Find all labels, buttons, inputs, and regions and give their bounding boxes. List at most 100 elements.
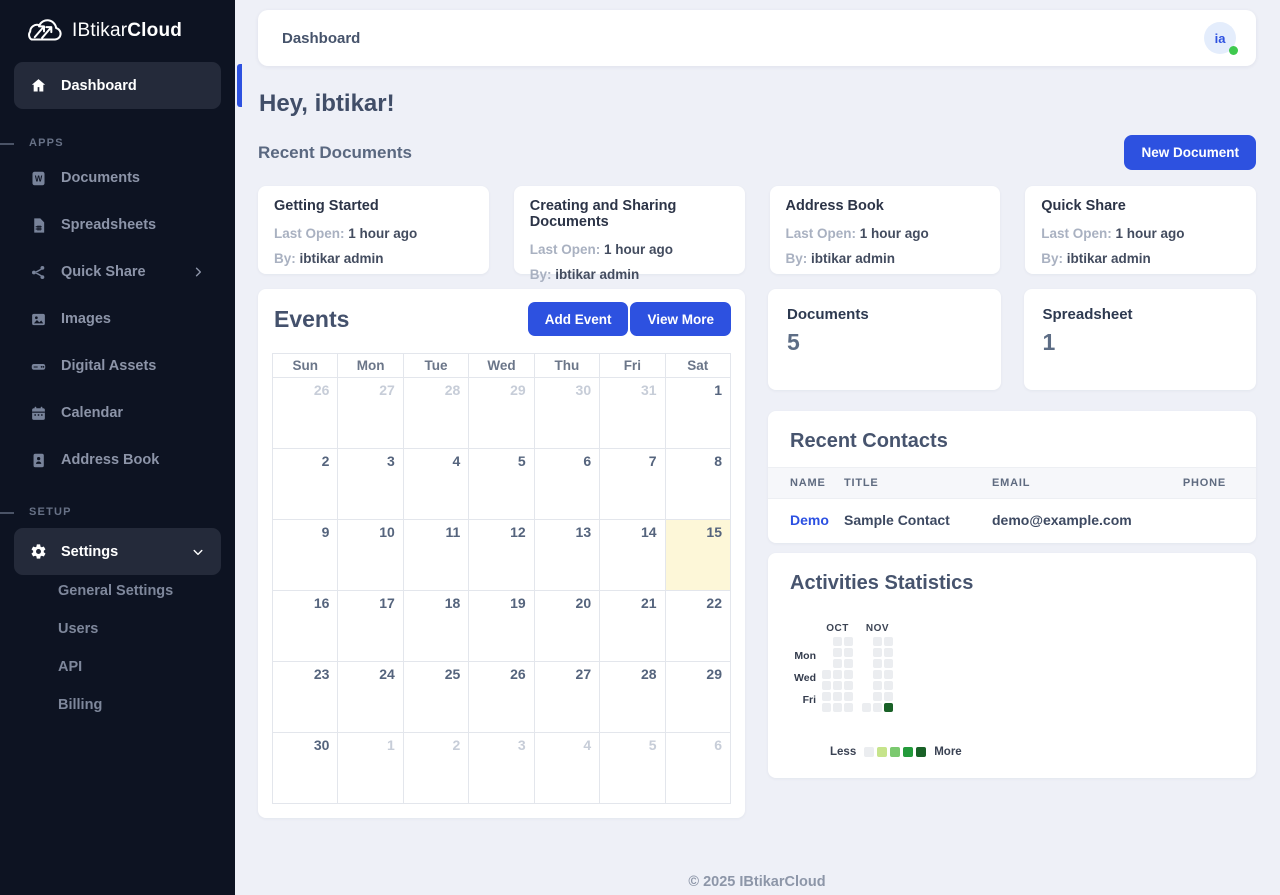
calendar-day-cell[interactable]: 29	[469, 378, 534, 449]
calendar-day-cell[interactable]: 6	[534, 449, 599, 520]
calendar-day-cell[interactable]: 1	[338, 733, 403, 804]
calendar-day-cell[interactable]: 15	[665, 520, 730, 591]
main-content: Dashboard ia Hey, ibtikar! Recent Docume…	[235, 0, 1280, 895]
calendar-day-cell[interactable]: 5	[469, 449, 534, 520]
heatmap-cell	[833, 703, 842, 712]
sidebar-item-settings[interactable]: Settings	[14, 528, 221, 575]
legend-more-label: More	[934, 746, 961, 758]
heatmap-cell	[884, 703, 893, 712]
calendar-day-cell[interactable]: 28	[600, 662, 665, 733]
by-label: By:	[274, 251, 296, 266]
column-header-title: TITLE	[844, 468, 992, 499]
new-document-button[interactable]: New Document	[1124, 135, 1256, 170]
calendar-day-cell[interactable]: 22	[665, 591, 730, 662]
calendar-day-header-row: SunMonTueWedThuFriSat	[273, 354, 731, 378]
calendar-day-cell[interactable]: 4	[403, 449, 468, 520]
heatmap-cell	[884, 670, 893, 679]
calendar-day-cell[interactable]: 19	[469, 591, 534, 662]
count-label: Spreadsheet	[1043, 306, 1238, 323]
calendar-day-cell[interactable]: 18	[403, 591, 468, 662]
calendar-day-cell[interactable]: 25	[403, 662, 468, 733]
calendar-day-cell[interactable]: 4	[534, 733, 599, 804]
calendar-day-cell[interactable]: 26	[273, 378, 338, 449]
sidebar-item-calendar[interactable]: Calendar	[14, 395, 221, 431]
legend-swatch	[864, 747, 874, 757]
calendar-day-cell[interactable]: 11	[403, 520, 468, 591]
sidebar-item-label: Address Book	[61, 452, 159, 468]
calendar-day-header: Fri	[600, 354, 665, 378]
calendar-day-cell[interactable]: 21	[600, 591, 665, 662]
spreadsheet-count-card[interactable]: Spreadsheet 1	[1024, 289, 1257, 390]
sidebar-item-api[interactable]: API	[58, 659, 235, 675]
calendar-day-cell[interactable]: 13	[534, 520, 599, 591]
by-value: ibtikar admin	[300, 251, 384, 266]
heatmap-legend-swatches	[864, 747, 926, 757]
activity-heatmap: MonWedFri OCTNOV	[790, 623, 1256, 716]
calendar-day-cell[interactable]: 23	[273, 662, 338, 733]
calendar-day-cell[interactable]: 6	[665, 733, 730, 804]
sidebar-item-dashboard[interactable]: Dashboard	[14, 62, 221, 109]
calendar-day-cell[interactable]: 31	[600, 378, 665, 449]
sidebar-item-general-settings[interactable]: General Settings	[58, 583, 235, 599]
avatar[interactable]: ia	[1204, 22, 1236, 54]
calendar-day-cell[interactable]: 1	[665, 378, 730, 449]
sidebar-item-label: Dashboard	[61, 78, 137, 94]
calendar-day-cell[interactable]: 8	[665, 449, 730, 520]
heatmap-day-label	[790, 707, 816, 716]
heatmap-cell	[833, 681, 842, 690]
sidebar-item-spreadsheets[interactable]: Spreadsheets	[14, 207, 221, 243]
calendar-day-cell[interactable]: 3	[469, 733, 534, 804]
share-icon	[30, 264, 47, 281]
calendar-day-cell[interactable]: 27	[534, 662, 599, 733]
heatmap-day-labels: MonWedFri	[790, 641, 816, 716]
documents-count-card[interactable]: Documents 5	[768, 289, 1001, 390]
calendar-day-cell[interactable]: 30	[534, 378, 599, 449]
calendar-day-cell[interactable]: 26	[469, 662, 534, 733]
calendar-day-cell[interactable]: 24	[338, 662, 403, 733]
document-card[interactable]: Address Book Last Open: 1 hour ago By: i…	[770, 186, 1001, 274]
document-card[interactable]: Quick Share Last Open: 1 hour ago By: ib…	[1025, 186, 1256, 274]
sidebar-item-documents[interactable]: W Documents	[14, 160, 221, 196]
heatmap-cell	[884, 659, 893, 668]
sidebar-item-users[interactable]: Users	[58, 621, 235, 637]
add-event-button[interactable]: Add Event	[528, 302, 629, 336]
calendar-day-cell[interactable]: 27	[338, 378, 403, 449]
calendar-day-cell[interactable]: 7	[600, 449, 665, 520]
document-card[interactable]: Creating and Sharing Documents Last Open…	[514, 186, 745, 274]
calendar-day-cell[interactable]: 9	[273, 520, 338, 591]
contact-title: Sample Contact	[844, 499, 992, 544]
calendar-day-cell[interactable]: 2	[403, 733, 468, 804]
calendar-day-cell[interactable]: 12	[469, 520, 534, 591]
calendar-day-cell[interactable]: 2	[273, 449, 338, 520]
document-title: Getting Started	[274, 198, 473, 214]
calendar-day-cell[interactable]: 28	[403, 378, 468, 449]
heatmap-cell	[844, 637, 853, 646]
calendar-day-cell[interactable]: 14	[600, 520, 665, 591]
sidebar-item-digital-assets[interactable]: Digital Assets	[14, 348, 221, 384]
calendar-day-cell[interactable]: 20	[534, 591, 599, 662]
sidebar-item-quick-share[interactable]: Quick Share	[14, 254, 221, 290]
calendar-day-cell[interactable]: 30	[273, 733, 338, 804]
sidebar-item-billing[interactable]: Billing	[58, 697, 235, 713]
calendar-day-cell[interactable]: 16	[273, 591, 338, 662]
contact-phone	[1174, 499, 1256, 544]
calendar-day-cell[interactable]: 10	[338, 520, 403, 591]
calendar-day-cell[interactable]: 29	[665, 662, 730, 733]
view-more-button[interactable]: View More	[630, 302, 731, 336]
word-document-icon: W	[30, 170, 47, 187]
calendar-day-cell[interactable]: 17	[338, 591, 403, 662]
activities-title: Activities Statistics	[768, 553, 1256, 609]
sidebar-item-images[interactable]: Images	[14, 301, 221, 337]
calendar-day-cell[interactable]: 5	[600, 733, 665, 804]
sidebar-item-address-book[interactable]: Address Book	[14, 442, 221, 478]
legend-swatch	[877, 747, 887, 757]
calendar-day-cell[interactable]: 3	[338, 449, 403, 520]
heatmap-cell	[873, 670, 882, 679]
top-header-bar: Dashboard ia	[258, 10, 1256, 66]
by-value: ibtikar admin	[811, 251, 895, 266]
heatmap-day-label: Wed	[790, 674, 816, 683]
recent-contacts-card: Recent Contacts NAME TITLE EMAIL PHONE D…	[768, 411, 1256, 543]
contact-name-link[interactable]: Demo	[768, 499, 844, 544]
heatmap-month-group: NOV	[862, 623, 893, 716]
document-card[interactable]: Getting Started Last Open: 1 hour ago By…	[258, 186, 489, 274]
